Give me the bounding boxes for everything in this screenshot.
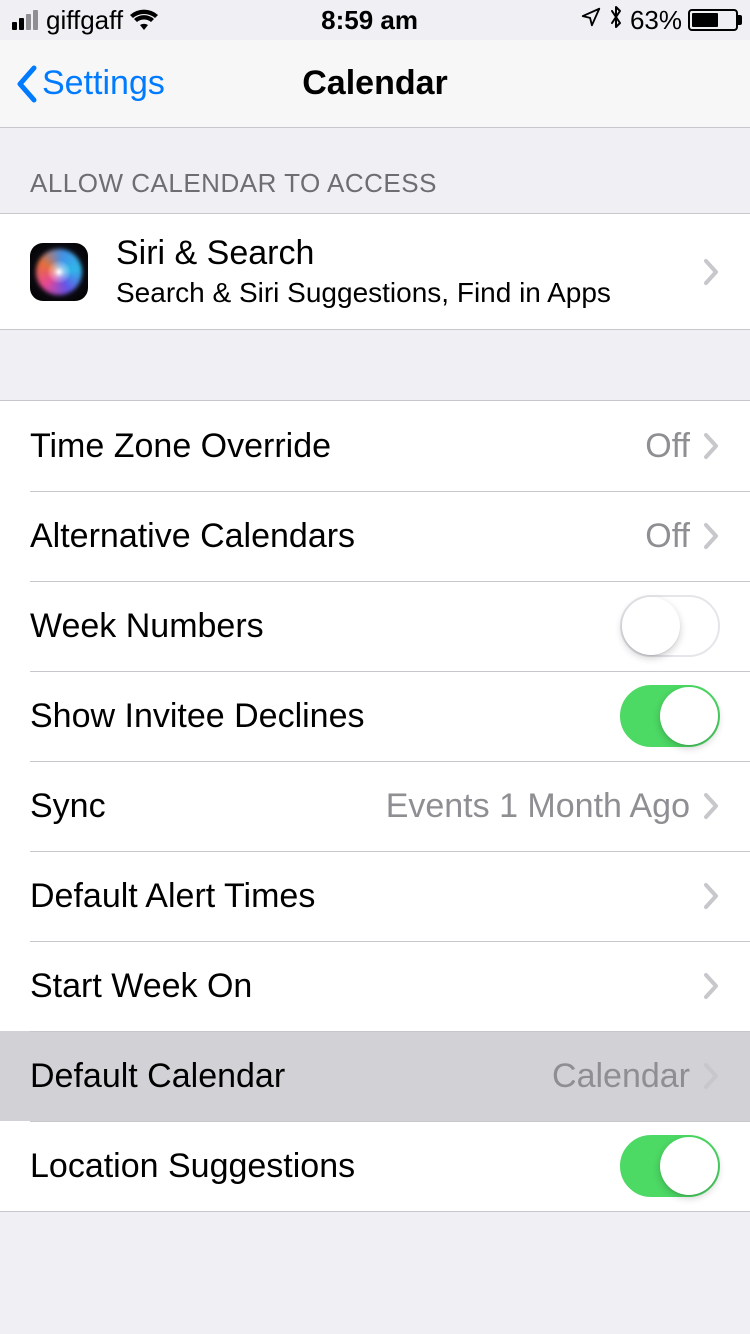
label-default-calendar: Default Calendar	[30, 1057, 285, 1096]
toggle-week-numbers[interactable]	[620, 595, 720, 657]
label-time-zone-override: Time Zone Override	[30, 427, 331, 466]
cellular-signal-icon	[12, 10, 38, 30]
chevron-right-icon	[702, 431, 720, 461]
page-title: Calendar	[302, 64, 448, 103]
row-siri-and-search[interactable]: Siri & Search Search & Siri Suggestions,…	[0, 214, 750, 329]
chevron-right-icon	[702, 971, 720, 1001]
group-access: Siri & Search Search & Siri Suggestions,…	[0, 213, 750, 330]
row-default-alert-times[interactable]: Default Alert Times	[0, 851, 750, 941]
battery-icon	[688, 9, 738, 31]
status-left: giffgaff	[12, 5, 159, 36]
group-calendar-settings: Time Zone Override Off Alternative Calen…	[0, 400, 750, 1212]
chevron-right-icon	[702, 881, 720, 911]
label-alternative-calendars: Alternative Calendars	[30, 517, 355, 556]
bluetooth-icon	[608, 4, 624, 37]
row-alternative-calendars[interactable]: Alternative Calendars Off	[0, 491, 750, 581]
chevron-right-icon	[702, 1061, 720, 1091]
status-right: 63%	[580, 4, 738, 37]
navigation-bar: Settings Calendar	[0, 40, 750, 128]
value-default-calendar: Calendar	[552, 1057, 690, 1096]
chevron-right-icon	[702, 791, 720, 821]
siri-subtitle: Search & Siri Suggestions, Find in Apps	[116, 277, 611, 309]
row-time-zone-override[interactable]: Time Zone Override Off	[0, 401, 750, 491]
label-default-alert-times: Default Alert Times	[30, 877, 315, 916]
row-location-suggestions: Location Suggestions	[0, 1121, 750, 1211]
back-label: Settings	[42, 64, 165, 103]
status-time: 8:59 am	[321, 5, 418, 36]
row-default-calendar[interactable]: Default Calendar Calendar	[0, 1031, 750, 1121]
location-icon	[580, 6, 602, 35]
chevron-left-icon	[14, 64, 38, 104]
siri-title: Siri & Search	[116, 234, 611, 273]
row-sync[interactable]: Sync Events 1 Month Ago	[0, 761, 750, 851]
label-week-numbers: Week Numbers	[30, 607, 264, 646]
label-location-suggestions: Location Suggestions	[30, 1147, 355, 1186]
chevron-right-icon	[702, 257, 720, 287]
status-bar: giffgaff 8:59 am 63%	[0, 0, 750, 40]
toggle-show-invitee-declines[interactable]	[620, 685, 720, 747]
siri-icon	[30, 243, 88, 301]
value-alternative-calendars: Off	[645, 517, 690, 556]
label-show-invitee-declines: Show Invitee Declines	[30, 697, 365, 736]
back-button[interactable]: Settings	[14, 64, 165, 104]
section-header-access: ALLOW CALENDAR TO ACCESS	[0, 128, 750, 213]
wifi-icon	[129, 9, 159, 31]
value-time-zone-override: Off	[645, 427, 690, 466]
label-start-week-on: Start Week On	[30, 967, 252, 1006]
chevron-right-icon	[702, 521, 720, 551]
toggle-location-suggestions[interactable]	[620, 1135, 720, 1197]
row-start-week-on[interactable]: Start Week On	[0, 941, 750, 1031]
row-week-numbers: Week Numbers	[0, 581, 750, 671]
row-show-invitee-declines: Show Invitee Declines	[0, 671, 750, 761]
value-sync: Events 1 Month Ago	[386, 787, 690, 826]
battery-percentage: 63%	[630, 5, 682, 36]
label-sync: Sync	[30, 787, 106, 826]
carrier-label: giffgaff	[46, 5, 123, 36]
